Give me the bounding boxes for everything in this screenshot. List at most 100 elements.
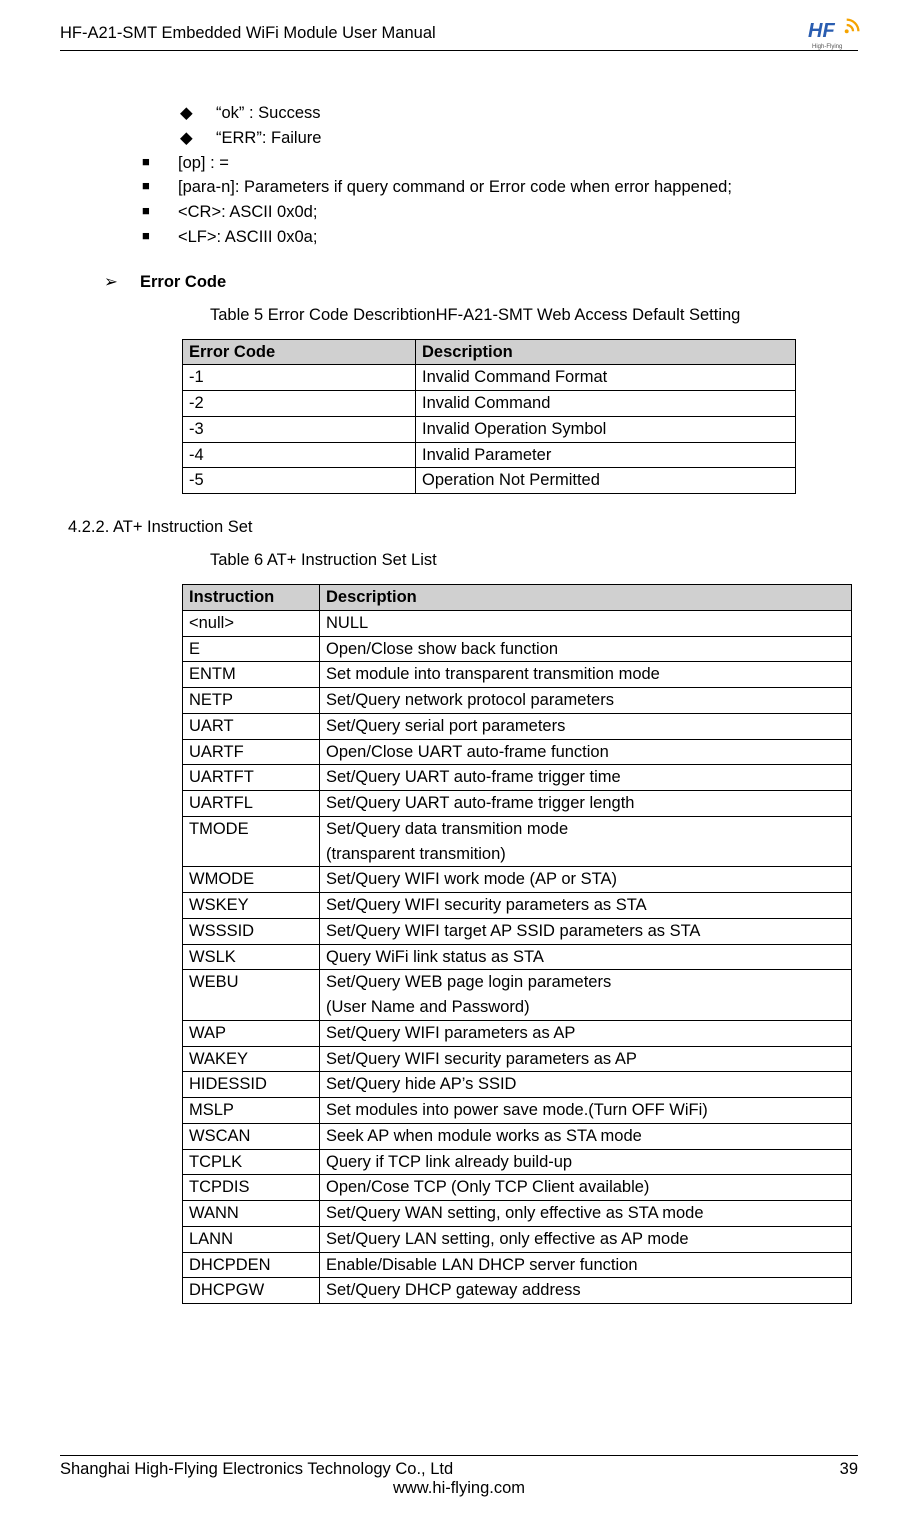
table-row: TCPLKQuery if TCP link already build-up: [183, 1149, 852, 1175]
table-cell: Set/Query WIFI parameters as AP: [320, 1020, 852, 1046]
table-row: -1Invalid Command Format: [183, 365, 796, 391]
brand-logo: HF High-Flying: [808, 18, 858, 48]
table-cell: UARTFT: [183, 765, 320, 791]
list-item: <LF>: ASCIII 0x0a;: [142, 225, 858, 250]
table-row: WEBUSet/Query WEB page login parameters(…: [183, 970, 852, 1021]
param-bullets: [op] : = [para-n]: Parameters if query c…: [142, 151, 858, 250]
table-cell: TMODE: [183, 816, 320, 867]
table-row: -3Invalid Operation Symbol: [183, 416, 796, 442]
table-cell: NULL: [320, 610, 852, 636]
header-title: HF-A21-SMT Embedded WiFi Module User Man…: [60, 24, 436, 43]
table-cell: Operation Not Permitted: [416, 468, 796, 494]
table-cell: Set/Query hide AP’s SSID: [320, 1072, 852, 1098]
table-row: DHCPDENEnable/Disable LAN DHCP server fu…: [183, 1252, 852, 1278]
table-cell: Open/Close UART auto-frame function: [320, 739, 852, 765]
table-row: -4Invalid Parameter: [183, 442, 796, 468]
table-cell: -3: [183, 416, 416, 442]
result-bullets: “ok” : Success “ERR”: Failure: [180, 101, 858, 151]
table-header: Instruction: [183, 585, 320, 611]
table-cell: Set/Query DHCP gateway address: [320, 1278, 852, 1304]
table-row: WSLKQuery WiFi link status as STA: [183, 944, 852, 970]
table-cell: Enable/Disable LAN DHCP server function: [320, 1252, 852, 1278]
wifi-icon: [844, 16, 862, 34]
table-cell: TCPLK: [183, 1149, 320, 1175]
list-item: “ERR”: Failure: [180, 126, 858, 151]
table-cell: Open/Cose TCP (Only TCP Client available…: [320, 1175, 852, 1201]
table-header: Error Code: [183, 339, 416, 365]
page-number: 39: [840, 1460, 858, 1479]
table-cell: Set/Query data transmition mode(transpar…: [320, 816, 852, 867]
table-row: UARTFTSet/Query UART auto-frame trigger …: [183, 765, 852, 791]
table-cell: ENTM: [183, 662, 320, 688]
table-cell: -2: [183, 391, 416, 417]
table-cell: Query WiFi link status as STA: [320, 944, 852, 970]
table-row: WSSSIDSet/Query WIFI target AP SSID para…: [183, 918, 852, 944]
table-cell: Set/Query WEB page login parameters(User…: [320, 970, 852, 1021]
table-cell: DHCPGW: [183, 1278, 320, 1304]
table-row: WSKEYSet/Query WIFI security parameters …: [183, 893, 852, 919]
table-row: WSCANSeek AP when module works as STA mo…: [183, 1123, 852, 1149]
page-footer: Shanghai High-Flying Electronics Technol…: [60, 1455, 858, 1498]
table-header: Description: [416, 339, 796, 365]
table-row: <null>NULL: [183, 610, 852, 636]
table-cell: Invalid Operation Symbol: [416, 416, 796, 442]
table-row: -5Operation Not Permitted: [183, 468, 796, 494]
page-content: “ok” : Success “ERR”: Failure [op] : = […: [60, 51, 858, 1304]
table-cell: WEBU: [183, 970, 320, 1021]
table-cell: NETP: [183, 688, 320, 714]
table-cell: Set/Query WIFI security parameters as ST…: [320, 893, 852, 919]
table-cell: WAP: [183, 1020, 320, 1046]
list-item: <CR>: ASCII 0x0d;: [142, 200, 858, 225]
table-cell: WMODE: [183, 867, 320, 893]
table-cell: WANN: [183, 1201, 320, 1227]
table-row: LANNSet/Query LAN setting, only effectiv…: [183, 1226, 852, 1252]
table-cell: HIDESSID: [183, 1072, 320, 1098]
table-cell: WAKEY: [183, 1046, 320, 1072]
table-cell: Set/Query LAN setting, only effective as…: [320, 1226, 852, 1252]
table-cell: Set module into transparent transmition …: [320, 662, 852, 688]
table-cell: -5: [183, 468, 416, 494]
table-row: -2Invalid Command: [183, 391, 796, 417]
logo-text: HF: [808, 20, 835, 43]
table-row: WANNSet/Query WAN setting, only effectiv…: [183, 1201, 852, 1227]
table-cell: Set/Query WIFI work mode (AP or STA): [320, 867, 852, 893]
table-cell: Query if TCP link already build-up: [320, 1149, 852, 1175]
table-row: ENTMSet module into transparent transmit…: [183, 662, 852, 688]
table5-caption: Table 5 Error Code DescribtionHF-A21-SMT…: [210, 306, 858, 325]
footer-url: www.hi-flying.com: [60, 1479, 858, 1498]
table-cell: -4: [183, 442, 416, 468]
table-cell: Set/Query network protocol parameters: [320, 688, 852, 714]
page-header: HF-A21-SMT Embedded WiFi Module User Man…: [60, 18, 858, 51]
table-row: TCPDISOpen/Cose TCP (Only TCP Client ava…: [183, 1175, 852, 1201]
error-code-table: Error Code Description -1Invalid Command…: [182, 339, 796, 495]
table-row: TMODESet/Query data transmition mode(tra…: [183, 816, 852, 867]
table-cell: Set modules into power save mode.(Turn O…: [320, 1098, 852, 1124]
table-row: WAPSet/Query WIFI parameters as AP: [183, 1020, 852, 1046]
table-cell: Open/Close show back function: [320, 636, 852, 662]
table-cell: WSSSID: [183, 918, 320, 944]
table-cell: WSKEY: [183, 893, 320, 919]
list-item: [para-n]: Parameters if query command or…: [142, 175, 858, 200]
table-cell: E: [183, 636, 320, 662]
list-item: “ok” : Success: [180, 101, 858, 126]
table-row: UARTSet/Query serial port parameters: [183, 713, 852, 739]
table-row: UARTFOpen/Close UART auto-frame function: [183, 739, 852, 765]
table-cell: Set/Query UART auto-frame trigger length: [320, 791, 852, 817]
table-cell: Invalid Parameter: [416, 442, 796, 468]
instruction-set-table: Instruction Description <null>NULLEOpen/…: [182, 584, 852, 1304]
table-cell: <null>: [183, 610, 320, 636]
table-row: EOpen/Close show back function: [183, 636, 852, 662]
logo-subtext: High-Flying: [812, 44, 842, 50]
table-cell: Set/Query UART auto-frame trigger time: [320, 765, 852, 791]
error-code-heading: Error Code: [104, 272, 858, 292]
table-row: DHCPGWSet/Query DHCP gateway address: [183, 1278, 852, 1304]
table-cell: UARTF: [183, 739, 320, 765]
section-heading: 4.2.2. AT+ Instruction Set: [68, 518, 858, 537]
table-row: HIDESSIDSet/Query hide AP’s SSID: [183, 1072, 852, 1098]
table-row: MSLPSet modules into power save mode.(Tu…: [183, 1098, 852, 1124]
table-cell: UARTFL: [183, 791, 320, 817]
table-row: WAKEYSet/Query WIFI security parameters …: [183, 1046, 852, 1072]
table-row: NETPSet/Query network protocol parameter…: [183, 688, 852, 714]
table-row: WMODESet/Query WIFI work mode (AP or STA…: [183, 867, 852, 893]
table-cell: Invalid Command Format: [416, 365, 796, 391]
